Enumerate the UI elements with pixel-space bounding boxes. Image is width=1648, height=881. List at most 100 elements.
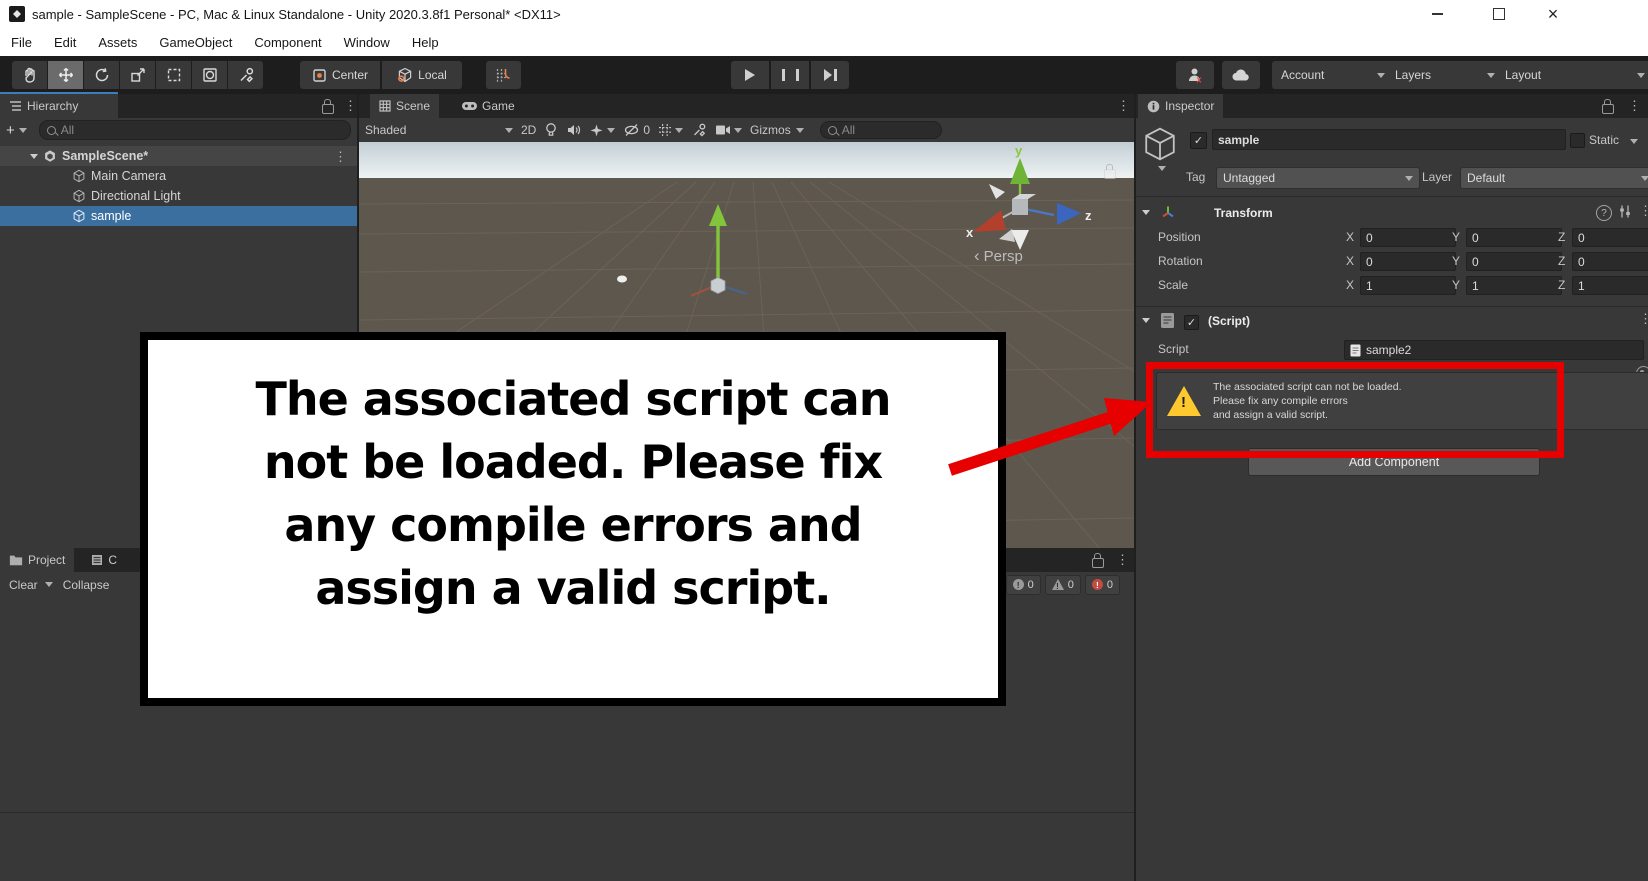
- menu-assets[interactable]: Assets: [87, 28, 148, 56]
- foldout-icon[interactable]: [30, 153, 38, 159]
- gizmo-center-cube[interactable]: [1012, 199, 1028, 215]
- gizmos-dropdown[interactable]: Gizmos: [750, 123, 804, 137]
- shading-mode-dropdown[interactable]: Shaded: [365, 123, 513, 137]
- close-button[interactable]: ×: [1536, 1, 1570, 27]
- inspector-lock-button[interactable]: [1602, 99, 1614, 114]
- script-object-field[interactable]: sample2: [1344, 340, 1644, 360]
- tab-hierarchy[interactable]: Hierarchy: [0, 92, 118, 118]
- scene-object-small[interactable]: [617, 275, 627, 283]
- console-errors-badge[interactable]: ! 0: [1084, 574, 1120, 595]
- console-messages-badge[interactable]: ! 0: [1005, 574, 1041, 595]
- tag-dropdown[interactable]: Untagged: [1216, 167, 1420, 189]
- effects-dropdown[interactable]: [589, 123, 616, 138]
- active-checkbox[interactable]: ✓: [1190, 132, 1207, 149]
- script-foldout[interactable]: [1142, 318, 1150, 323]
- account-dropdown[interactable]: Account: [1272, 61, 1394, 89]
- tab-inspector[interactable]: Inspector: [1138, 94, 1224, 118]
- grid-visibility-dropdown[interactable]: [658, 123, 684, 137]
- object-name-field[interactable]: sample: [1212, 129, 1566, 150]
- minimize-button[interactable]: [1420, 1, 1454, 27]
- rotation-y-field[interactable]: 0: [1466, 252, 1562, 271]
- tab-console[interactable]: C: [82, 548, 126, 572]
- gameobject-big-cube-icon: [1145, 127, 1175, 161]
- kebab-icon: ⋮: [344, 98, 357, 113]
- console-lock-button[interactable]: [1092, 553, 1104, 568]
- audio-toggle-icon[interactable]: [566, 123, 581, 137]
- grid-snapping-button[interactable]: [486, 61, 521, 89]
- play-button[interactable]: [731, 61, 769, 89]
- toggle-2d-button[interactable]: 2D: [521, 123, 536, 137]
- menu-window[interactable]: Window: [333, 28, 401, 56]
- step-icon: [823, 69, 832, 81]
- step-button[interactable]: [811, 61, 849, 89]
- hierarchy-tab-bar: Hierarchy ⋮: [0, 92, 357, 118]
- rotation-local-button[interactable]: Local: [382, 61, 462, 89]
- tab-game[interactable]: Game: [453, 94, 524, 118]
- console-menu-button[interactable]: ⋮: [1116, 553, 1129, 566]
- transform-tool-button[interactable]: [192, 61, 227, 89]
- console-warnings-badge[interactable]: ! 0: [1044, 574, 1081, 595]
- custom-tools-button[interactable]: [228, 61, 263, 89]
- collab-button[interactable]: x: [1176, 61, 1214, 89]
- hierarchy-row-sample[interactable]: sample: [0, 206, 357, 226]
- hierarchy-row-scene[interactable]: SampleScene* ⋮: [0, 146, 357, 166]
- rotation-x-field[interactable]: 0: [1360, 252, 1456, 271]
- scale-x-field[interactable]: 1: [1360, 276, 1456, 295]
- menu-help[interactable]: Help: [401, 28, 450, 56]
- scale-y-field[interactable]: 1: [1466, 276, 1562, 295]
- move-tool-button[interactable]: [48, 61, 83, 89]
- perspective-toggle[interactable]: ‹ Persp: [974, 246, 1023, 266]
- static-caret[interactable]: [1630, 139, 1638, 144]
- position-z-field[interactable]: 0: [1572, 228, 1648, 247]
- position-x-field[interactable]: 0: [1360, 228, 1456, 247]
- hierarchy-menu-button[interactable]: ⋮: [344, 99, 357, 112]
- transform-help-button[interactable]: ?: [1596, 205, 1612, 221]
- collapse-button[interactable]: Collapse: [55, 578, 118, 592]
- hidden-count: 0: [643, 123, 651, 137]
- camera-settings-dropdown[interactable]: [715, 124, 743, 136]
- layer-dropdown[interactable]: Default: [1460, 167, 1648, 189]
- create-object-button[interactable]: +: [6, 122, 15, 139]
- lighting-toggle-icon[interactable]: [544, 122, 558, 138]
- rect-tool-button[interactable]: [156, 61, 191, 89]
- hierarchy-row-directional-light[interactable]: Directional Light: [0, 186, 357, 206]
- hierarchy-search-input[interactable]: All: [38, 120, 351, 140]
- position-y-field[interactable]: 0: [1466, 228, 1562, 247]
- pivot-center-button[interactable]: Center: [300, 61, 380, 89]
- pause-button[interactable]: [771, 61, 809, 89]
- script-menu-button[interactable]: ⋮: [1639, 312, 1648, 325]
- tab-project[interactable]: Project: [0, 548, 75, 572]
- scale-tool-button[interactable]: [120, 61, 155, 89]
- static-checkbox[interactable]: [1570, 133, 1585, 148]
- menu-gameobject[interactable]: GameObject: [148, 28, 243, 56]
- scene-menu-button[interactable]: ⋮: [1117, 99, 1130, 112]
- transform-foldout[interactable]: [1142, 210, 1150, 215]
- rotate-tool-button[interactable]: [84, 61, 119, 89]
- maximize-button[interactable]: [1482, 1, 1516, 27]
- inspector-menu-button[interactable]: ⋮: [1628, 99, 1641, 112]
- scene-tools-icon[interactable]: [691, 122, 707, 138]
- hidden-objects-toggle[interactable]: 0: [623, 123, 650, 137]
- object-icon-caret[interactable]: [1158, 166, 1166, 171]
- scene-row-menu[interactable]: ⋮: [334, 150, 347, 163]
- transform-presets-button[interactable]: [1618, 204, 1632, 219]
- menu-file[interactable]: File: [0, 28, 43, 56]
- cloud-button[interactable]: [1222, 61, 1260, 89]
- hierarchy-lock-button[interactable]: [322, 99, 334, 114]
- script-enabled-checkbox[interactable]: ✓: [1184, 315, 1199, 330]
- layout-dropdown[interactable]: Layout: [1496, 61, 1648, 89]
- layers-dropdown[interactable]: Layers: [1386, 61, 1504, 89]
- hand-tool-button[interactable]: [12, 61, 47, 89]
- menu-edit[interactable]: Edit: [43, 28, 87, 56]
- hierarchy-row-main-camera[interactable]: Main Camera: [0, 166, 357, 186]
- menu-component[interactable]: Component: [243, 28, 332, 56]
- rotation-z-field[interactable]: 0: [1572, 252, 1648, 271]
- clear-dropdown-caret[interactable]: [44, 582, 53, 587]
- clear-button[interactable]: Clear: [4, 578, 43, 592]
- scene-search-input[interactable]: All: [819, 121, 942, 139]
- scale-z-field[interactable]: 1: [1572, 276, 1648, 295]
- shading-label: Shaded: [365, 123, 407, 137]
- tab-scene[interactable]: Scene: [370, 94, 440, 118]
- create-dropdown-caret[interactable]: [18, 127, 27, 133]
- transform-menu-button[interactable]: ⋮: [1639, 204, 1648, 217]
